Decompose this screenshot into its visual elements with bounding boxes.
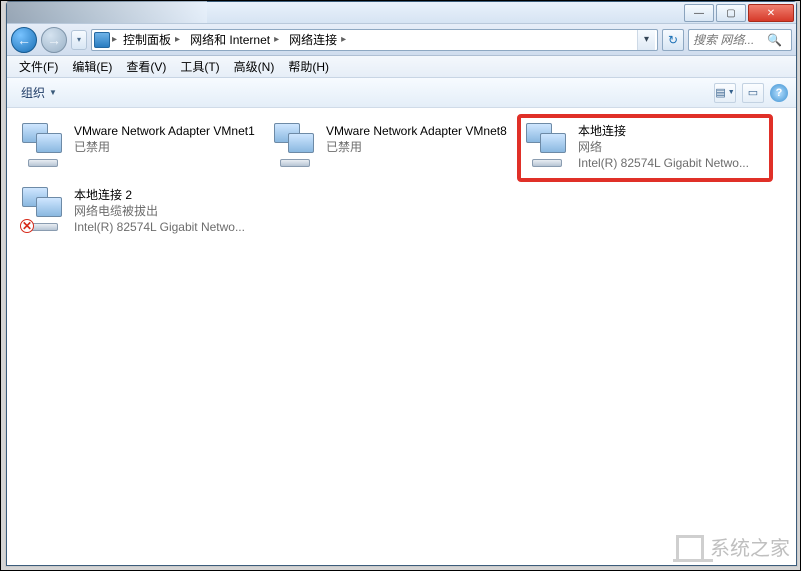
connection-status: 网络电缆被拔出 <box>74 203 245 219</box>
search-box[interactable]: 🔍 <box>688 29 792 51</box>
menu-file[interactable]: 文件(F) <box>13 56 64 77</box>
connection-name: 本地连接 <box>578 123 749 139</box>
connection-texts: 本地连接 2网络电缆被拔出Intel(R) 82574L Gigabit Net… <box>74 187 245 235</box>
help-button[interactable]: ? <box>770 84 788 102</box>
menu-help[interactable]: 帮助(H) <box>282 56 335 77</box>
connection-item[interactable]: VMware Network Adapter VMnet8已禁用 <box>267 116 519 180</box>
minimize-button[interactable]: — <box>684 4 714 22</box>
maximize-button[interactable]: ▢ <box>716 4 746 22</box>
close-button[interactable]: ✕ <box>748 4 794 22</box>
error-overlay-icon: ✕ <box>20 219 34 233</box>
view-mode-button[interactable]: ▤▼ <box>714 83 736 103</box>
menu-tools[interactable]: 工具(T) <box>174 56 225 77</box>
connection-status: 已禁用 <box>74 139 255 155</box>
connection-status: 网络 <box>578 139 749 155</box>
connection-item[interactable]: 本地连接网络Intel(R) 82574L Gigabit Netwo... <box>519 116 771 180</box>
content-pane: VMware Network Adapter VMnet1已禁用VMware N… <box>7 108 796 565</box>
address-bar[interactable]: ▸ 控制面板▸ 网络和 Internet▸ 网络连接▸ ▾ <box>91 29 658 51</box>
connection-item[interactable]: ✕ 本地连接 2网络电缆被拔出Intel(R) 82574L Gigabit Ne… <box>15 180 267 244</box>
titlebar-glass <box>7 1 207 23</box>
connection-device: Intel(R) 82574L Gigabit Netwo... <box>74 219 245 235</box>
menubar: 文件(F) 编辑(E) 查看(V) 工具(T) 高级(N) 帮助(H) <box>7 56 796 78</box>
explorer-window: — ▢ ✕ ← → ▾ ▸ 控制面板▸ 网络和 Internet▸ 网络连接▸ … <box>6 1 797 566</box>
breadcrumb-sep-icon: ▸ <box>112 34 117 45</box>
network-adapter-icon <box>22 123 66 167</box>
address-dropdown[interactable]: ▾ <box>637 30 655 50</box>
navbar: ← → ▾ ▸ 控制面板▸ 网络和 Internet▸ 网络连接▸ ▾ ↻ 🔍 <box>7 24 796 56</box>
menu-edit[interactable]: 编辑(E) <box>66 56 118 77</box>
toolbar: 组织 ▼ ▤▼ ▭ ? <box>7 78 796 108</box>
network-adapter-icon <box>526 123 570 167</box>
refresh-button[interactable]: ↻ <box>662 29 684 51</box>
connection-texts: 本地连接网络Intel(R) 82574L Gigabit Netwo... <box>578 123 749 171</box>
search-input[interactable] <box>693 33 763 47</box>
watermark: 系统之家 <box>676 532 790 561</box>
connection-item[interactable]: VMware Network Adapter VMnet1已禁用 <box>15 116 267 180</box>
connection-device: Intel(R) 82574L Gigabit Netwo... <box>578 155 749 171</box>
titlebar: — ▢ ✕ <box>7 2 796 24</box>
history-dropdown[interactable]: ▾ <box>71 30 87 50</box>
network-adapter-icon <box>274 123 318 167</box>
connection-status: 已禁用 <box>326 139 507 155</box>
watermark-logo-icon <box>676 535 704 559</box>
menu-advanced[interactable]: 高级(N) <box>228 56 281 77</box>
connection-name: VMware Network Adapter VMnet8 <box>326 123 507 139</box>
search-icon: 🔍 <box>767 33 782 47</box>
menu-view[interactable]: 查看(V) <box>120 56 172 77</box>
location-icon <box>94 32 110 48</box>
forward-button[interactable]: → <box>41 27 67 53</box>
connection-list: VMware Network Adapter VMnet1已禁用VMware N… <box>7 108 796 252</box>
chevron-down-icon: ▼ <box>49 88 57 97</box>
connection-texts: VMware Network Adapter VMnet1已禁用 <box>74 123 255 155</box>
connection-name: 本地连接 2 <box>74 187 245 203</box>
breadcrumb-control-panel[interactable]: 控制面板▸ <box>119 30 184 50</box>
network-adapter-icon: ✕ <box>22 187 66 231</box>
organize-button[interactable]: 组织 ▼ <box>15 81 63 104</box>
back-button[interactable]: ← <box>11 27 37 53</box>
breadcrumb-network-internet[interactable]: 网络和 Internet▸ <box>186 30 283 50</box>
connection-texts: VMware Network Adapter VMnet8已禁用 <box>326 123 507 155</box>
preview-pane-button[interactable]: ▭ <box>742 83 764 103</box>
breadcrumb-network-connections[interactable]: 网络连接▸ <box>285 30 350 50</box>
connection-name: VMware Network Adapter VMnet1 <box>74 123 255 139</box>
